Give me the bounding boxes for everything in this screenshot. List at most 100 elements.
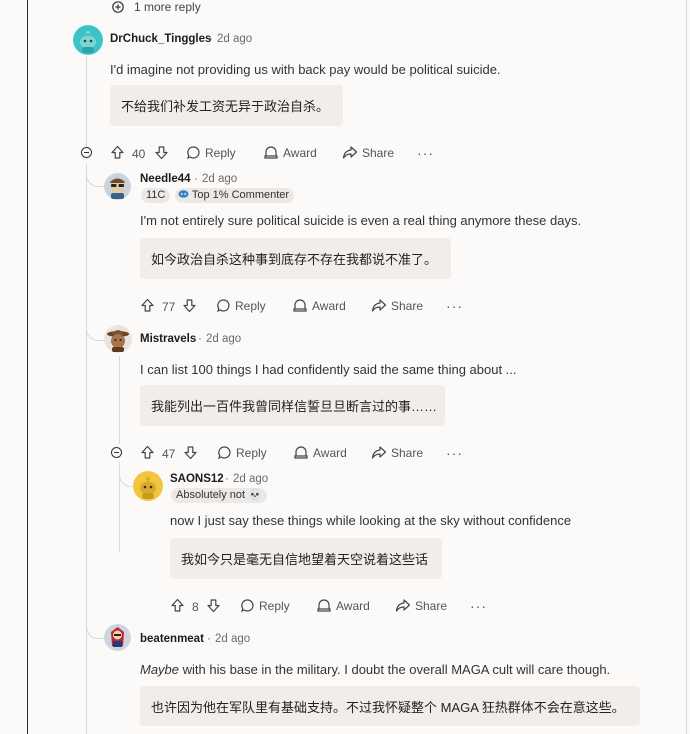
thread-connector — [86, 590, 105, 639]
thread-line — [86, 56, 87, 148]
thread-connector — [119, 462, 134, 487]
separator: · — [209, 33, 213, 45]
comment-username[interactable]: SAONS12 — [170, 473, 224, 485]
reply-label: Reply — [205, 145, 236, 160]
award-label: Award — [283, 145, 317, 160]
comment-body: now I just say these things while lookin… — [170, 513, 572, 528]
thread-line — [86, 164, 87, 734]
upvote-button[interactable] — [140, 445, 155, 460]
comment-body: Maybe with his base in the military. I d… — [140, 662, 610, 677]
separator: · — [198, 333, 202, 345]
reply-bubble-icon — [241, 599, 254, 613]
comment-body: I'm not entirely sure political suicide … — [140, 213, 582, 228]
collapse-thread-icon[interactable] — [111, 447, 122, 458]
more-options-button[interactable]: ··· — [470, 598, 487, 614]
red-hero-avatar-icon[interactable] — [104, 624, 131, 651]
user-flair-badge: 11C — [141, 188, 171, 203]
comment-thread-page: 1 more reply DrChuck_Tinggles · 2d ago I… — [0, 0, 690, 734]
award-button[interactable]: Award — [292, 298, 346, 313]
translation-text: 也许因为他在军队里有基础支持。不过我怀疑整个 MAGA 狂热群体不会在意这些。 — [151, 699, 625, 715]
upvote-button[interactable] — [110, 145, 125, 160]
comment-username[interactable]: Needle44 — [140, 173, 191, 185]
award-button[interactable]: Award — [316, 598, 370, 613]
comment-body-rest: with his base in the military. I doubt t… — [179, 662, 611, 677]
thread-connector — [86, 305, 105, 341]
snoo-teal-avatar-icon[interactable] — [73, 25, 103, 55]
comment-timestamp[interactable]: 2d ago — [215, 633, 250, 645]
separator: · — [225, 473, 229, 485]
share-label: Share — [362, 145, 395, 160]
downvote-arrow-icon — [207, 599, 220, 613]
upvote-button[interactable] — [140, 298, 155, 313]
thread-line — [119, 356, 120, 444]
award-icon — [264, 146, 278, 159]
comment-username[interactable]: beatenmeat — [140, 633, 204, 645]
more-replies-link[interactable]: 1 more reply — [112, 0, 201, 14]
share-button[interactable]: Share — [371, 445, 423, 460]
plus-circle-icon — [112, 1, 124, 13]
share-arrow-icon — [371, 446, 387, 459]
reply-button[interactable]: Reply — [216, 298, 266, 313]
downvote-button[interactable] — [206, 598, 221, 613]
more-replies-label: 1 more reply — [134, 0, 201, 14]
more-options-button[interactable]: ··· — [417, 145, 434, 161]
translation-box: 不给我们补发工资无异于政治自杀。 — [110, 85, 343, 126]
comment-timestamp[interactable]: 2d ago — [206, 333, 241, 345]
downvote-button[interactable] — [154, 145, 169, 160]
comment-username[interactable]: Mistravels — [140, 333, 196, 345]
user-flair-badge: Absolutely not 💀 — [171, 488, 267, 503]
cowboy-avatar-icon[interactable] — [104, 325, 132, 353]
award-button[interactable]: Award — [263, 145, 317, 160]
award-label: Award — [336, 598, 370, 613]
share-label: Share — [391, 298, 424, 313]
comment-timestamp[interactable]: 2d ago — [217, 33, 252, 45]
more-options-button[interactable]: ··· — [446, 298, 463, 314]
upvote-arrow-icon — [171, 598, 184, 612]
upvote-button[interactable] — [170, 598, 185, 613]
top-commenter-label: Top 1% Commenter — [191, 189, 290, 201]
share-arrow-icon — [371, 299, 387, 312]
translation-text: 不给我们补发工资无异于政治自杀。 — [121, 99, 330, 114]
upvote-arrow-icon — [111, 145, 124, 159]
comment-timestamp[interactable]: 2d ago — [233, 473, 268, 485]
reply-button[interactable]: Reply — [217, 445, 267, 460]
share-label: Share — [415, 598, 448, 613]
reply-bubble-icon — [218, 446, 231, 460]
share-arrow-icon — [395, 599, 411, 612]
thread-connector — [86, 164, 105, 187]
collapse-thread-icon[interactable] — [81, 147, 92, 158]
vote-count: 40 — [132, 147, 146, 161]
snoo-yellow-avatar-icon[interactable] — [133, 471, 163, 501]
upvote-arrow-icon — [141, 445, 154, 459]
comment-body: I'd imagine not providing us with back p… — [110, 62, 501, 77]
comment-timestamp[interactable]: 2d ago — [202, 173, 237, 185]
window-right-border — [686, 0, 687, 734]
share-label: Share — [391, 445, 424, 460]
share-button[interactable]: Share — [371, 298, 423, 313]
window-left-border — [27, 0, 28, 734]
downvote-button[interactable] — [182, 298, 197, 313]
comment-body-emphasis: Maybe — [140, 662, 180, 677]
downvote-button[interactable] — [183, 445, 198, 460]
award-icon — [293, 299, 307, 312]
share-arrow-icon — [342, 146, 358, 159]
reply-button[interactable]: Reply — [186, 145, 236, 160]
commenter-badge-icon — [178, 190, 189, 198]
share-button[interactable]: Share — [395, 598, 447, 613]
translation-box: 我如今只是毫无自信地望着天空说着这些话 — [170, 538, 442, 579]
more-options-button[interactable]: ··· — [446, 445, 463, 461]
reply-button[interactable]: Reply — [240, 598, 290, 613]
downvote-arrow-icon — [155, 146, 168, 160]
downvote-arrow-icon — [183, 299, 196, 313]
separator: · — [194, 173, 198, 185]
comment-body: I can list 100 things I had confidently … — [140, 362, 517, 377]
award-button[interactable]: Award — [293, 445, 347, 460]
reply-label: Reply — [259, 598, 290, 613]
downvote-arrow-icon — [184, 446, 197, 460]
translation-text: 如今政治自杀这种事到底存不存在我都说不准了。 — [151, 252, 438, 267]
sunglasses-avatar-icon[interactable] — [104, 173, 131, 200]
award-label: Award — [313, 445, 347, 460]
share-button[interactable]: Share — [342, 145, 394, 160]
comment-username[interactable]: DrChuck_Tinggles — [110, 33, 211, 45]
separator: · — [207, 633, 211, 645]
